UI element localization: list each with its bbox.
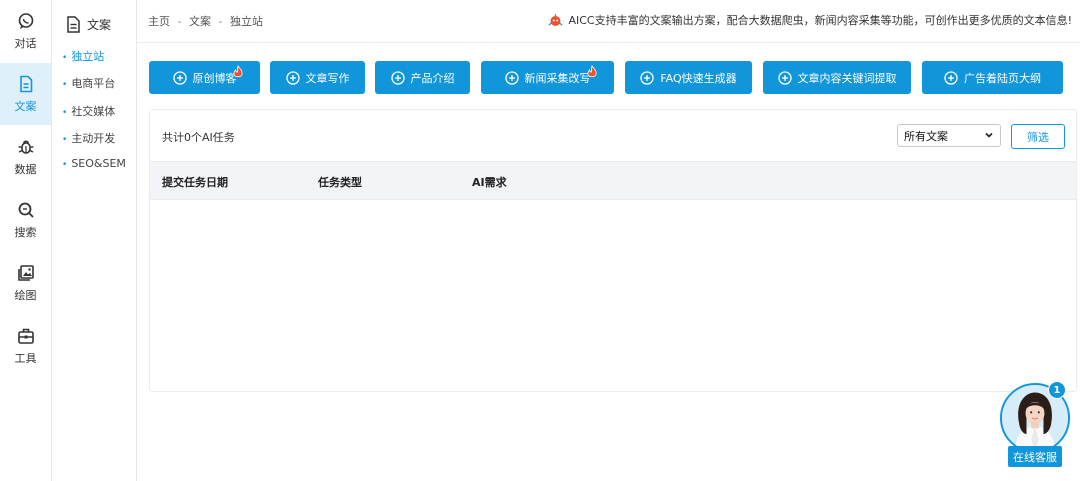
subnav-item-seo-sem[interactable]: • SEO&SEM: [62, 157, 126, 170]
plus-circle-icon: [285, 70, 300, 85]
chevron-down-icon: [985, 132, 993, 138]
subnav-title: 文案: [87, 18, 112, 32]
column-header-requirement[interactable]: AI需求: [472, 174, 507, 190]
button-label: 产品介绍: [410, 71, 455, 85]
plus-circle-icon: [172, 70, 187, 85]
button-label: 原创博客: [192, 71, 237, 85]
breadcrumb-separator: -: [218, 15, 223, 28]
rail-item-label: 工具: [14, 351, 37, 365]
app-root: 对话 文案 数据 搜索 绘图 工具 文案 • 独立站 • 电商平台 • 社交媒体…: [0, 0, 1080, 481]
button-label: FAQ快速生成器: [660, 71, 737, 85]
notice-text: AICC支持丰富的文案输出方案，配合大数据爬虫，新闻内容采集等功能，可创作出更多…: [568, 14, 1072, 27]
button-label: 新闻采集改写: [524, 71, 591, 85]
robot-icon: [549, 13, 563, 26]
online-support-widget[interactable]: 1 在线客服: [998, 381, 1070, 469]
filter-button[interactable]: 筛选: [1011, 124, 1065, 149]
top-bar: 主页 - 文案 - 独立站 AICC支持丰富的文案输出方案，配合大数据爬虫，新闻…: [137, 0, 1080, 43]
rail-item-search[interactable]: 搜索: [0, 189, 51, 251]
select-value: 所有文案: [904, 129, 948, 143]
column-header-type[interactable]: 任务类型: [318, 174, 362, 190]
unread-badge: 1: [1048, 381, 1066, 399]
bullet-icon: •: [62, 53, 68, 63]
column-header-date[interactable]: 提交任务日期: [162, 174, 228, 190]
document-icon: [67, 16, 80, 33]
faq-generator-button[interactable]: FAQ快速生成器: [625, 61, 752, 94]
subnav-item-ecommerce[interactable]: • 电商平台: [62, 75, 115, 91]
subnav-header: 文案: [66, 16, 111, 33]
original-blog-button[interactable]: 原创博客: [149, 61, 260, 94]
bullet-icon: •: [62, 108, 68, 118]
subnav-item-social-media[interactable]: • 社交媒体: [62, 103, 115, 119]
rail-item-chat[interactable]: 对话: [0, 0, 51, 62]
subnav-item-label: 电商平台: [71, 77, 116, 90]
keyword-extraction-button[interactable]: 文章内容关键词提取: [763, 61, 911, 94]
rail-item-label: 绘图: [14, 288, 37, 302]
sub-navigation: 文案 • 独立站 • 电商平台 • 社交媒体 • 主动开发 • SEO&SEM: [52, 0, 137, 481]
toolbox-icon: [17, 327, 35, 345]
button-label: 文章写作: [305, 71, 350, 85]
subnav-item-outreach[interactable]: • 主动开发: [62, 130, 115, 146]
breadcrumb: 主页 - 文案 - 独立站: [148, 13, 263, 29]
bullet-icon: •: [62, 80, 68, 90]
breadcrumb-copywriting[interactable]: 文案: [189, 13, 211, 29]
plus-circle-icon: [777, 70, 792, 85]
subnav-item-label: 主动开发: [71, 132, 116, 145]
online-support-label[interactable]: 在线客服: [1008, 446, 1062, 467]
search-icon: [17, 201, 35, 219]
article-writing-button[interactable]: 文章写作: [270, 61, 365, 94]
icon-rail: 对话 文案 数据 搜索 绘图 工具: [0, 0, 52, 481]
button-label: 广告着陆页大纲: [964, 71, 1041, 85]
rail-item-tools[interactable]: 工具: [0, 315, 51, 377]
subnav-item-label: SEO&SEM: [71, 157, 126, 170]
rail-item-copywriting[interactable]: 文案: [0, 63, 51, 125]
landing-page-outline-button[interactable]: 广告着陆页大纲: [922, 61, 1063, 94]
task-count: 共计0个AI任务: [162, 131, 235, 144]
product-intro-button[interactable]: 产品介绍: [375, 61, 470, 94]
rail-item-label: 对话: [14, 36, 37, 50]
breadcrumb-home[interactable]: 主页: [148, 13, 170, 29]
breadcrumb-current: 独立站: [229, 15, 263, 28]
plus-circle-icon: [944, 70, 958, 85]
notice-banner: AICC支持丰富的文案输出方案，配合大数据爬虫，新闻内容采集等功能，可创作出更多…: [548, 12, 1072, 28]
rail-item-label: 文案: [14, 99, 37, 113]
document-icon: [17, 75, 35, 93]
bug-icon: [17, 138, 35, 156]
plus-circle-icon: [640, 70, 654, 85]
table-header: 提交任务日期 任务类型 AI需求: [150, 161, 1076, 200]
chat-bubble-icon: [17, 12, 35, 30]
button-label: 文章内容关键词提取: [797, 71, 897, 85]
breadcrumb-separator: -: [177, 15, 182, 28]
hot-flame-icon: [585, 65, 599, 79]
plus-circle-icon: [504, 70, 519, 85]
rail-item-drawing[interactable]: 绘图: [0, 252, 51, 314]
bullet-icon: •: [62, 135, 68, 145]
plus-circle-icon: [390, 70, 405, 85]
bullet-icon: •: [62, 160, 68, 170]
hot-flame-icon: [231, 65, 245, 79]
subnav-item-label: 社交媒体: [71, 105, 116, 118]
image-icon: [17, 264, 35, 282]
news-rewrite-button[interactable]: 新闻采集改写: [481, 61, 614, 94]
rail-item-label: 数据: [14, 162, 37, 176]
rail-item-label: 搜索: [14, 225, 37, 239]
rail-item-data[interactable]: 数据: [0, 126, 51, 188]
copy-type-select[interactable]: 所有文案: [897, 124, 1001, 147]
task-panel: 共计0个AI任务 所有文案 筛选 提交任务日期 任务类型 AI需求: [149, 109, 1077, 392]
subnav-item-standalone-site[interactable]: • 独立站: [62, 48, 104, 64]
subnav-item-label: 独立站: [71, 50, 105, 63]
